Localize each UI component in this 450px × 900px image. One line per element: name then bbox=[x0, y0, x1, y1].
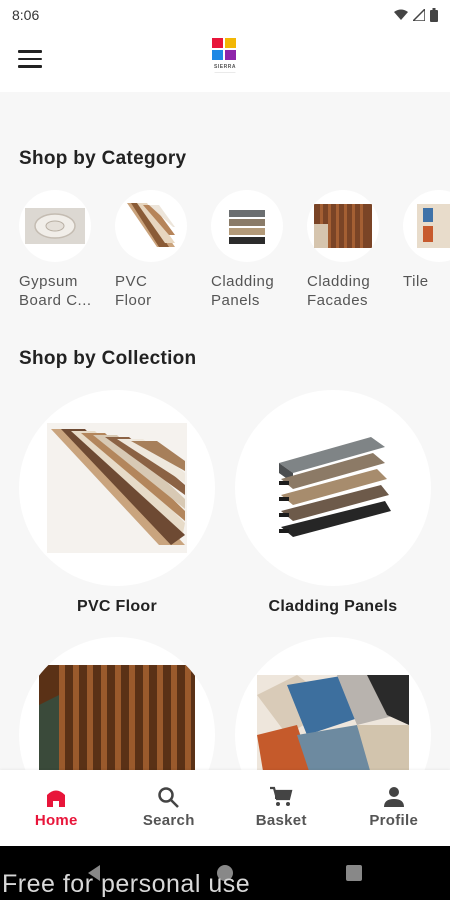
category-item-cladding-facades[interactable]: Cladding Facades bbox=[307, 190, 387, 310]
category-section-title: Shop by Category bbox=[19, 148, 187, 169]
collection-card-cladding-panels[interactable]: Cladding Panels bbox=[235, 390, 431, 616]
collection-label: Cladding Panels bbox=[268, 598, 398, 615]
search-icon bbox=[158, 787, 179, 808]
nav-home-label: Home bbox=[34, 812, 78, 829]
category-label-line2: Floor bbox=[115, 292, 152, 309]
category-thumb bbox=[211, 190, 283, 262]
nav-home[interactable]: Home bbox=[0, 770, 113, 846]
bottom-navigation: Home Search Basket Profile bbox=[0, 770, 450, 846]
profile-icon bbox=[383, 787, 404, 807]
nav-basket[interactable]: Basket bbox=[225, 770, 338, 846]
nav-profile-label: Profile bbox=[369, 812, 419, 829]
battery-icon bbox=[430, 8, 438, 22]
nav-profile[interactable]: Profile bbox=[338, 770, 450, 846]
category-item-cladding-panels[interactable]: Cladding Panels bbox=[211, 190, 291, 310]
nav-search[interactable]: Search bbox=[113, 770, 226, 846]
category-label: Cladding bbox=[307, 273, 371, 290]
status-bar: 8:06 bbox=[0, 0, 450, 30]
recents-icon[interactable] bbox=[346, 865, 362, 881]
wifi-icon bbox=[394, 9, 408, 20]
category-label: Cladding bbox=[211, 273, 275, 290]
signal-icon bbox=[413, 9, 425, 21]
collection-label: PVC Floor bbox=[76, 598, 158, 615]
watermark-text: Free for personal use bbox=[2, 870, 251, 898]
logo-mark bbox=[212, 38, 238, 62]
category-label: Tile bbox=[403, 273, 429, 290]
collection-card-pvc-floor[interactable]: PVC Floor bbox=[19, 390, 215, 616]
cart-icon bbox=[270, 786, 293, 806]
nav-search-label: Search bbox=[142, 812, 195, 829]
category-thumb bbox=[19, 190, 91, 262]
main-content[interactable]: Shop by Category Gypsum Board C... PVC F… bbox=[0, 92, 450, 770]
collection-section-title: Shop by Collection bbox=[19, 348, 197, 369]
collection-image bbox=[19, 390, 215, 586]
category-label: PVC bbox=[115, 273, 148, 290]
status-time: 8:06 bbox=[12, 7, 40, 23]
category-label-line2: Board C... bbox=[19, 292, 92, 309]
category-thumb bbox=[115, 190, 187, 262]
category-item-pvc-floor[interactable]: PVC Floor bbox=[115, 190, 195, 310]
nav-basket-label: Basket bbox=[255, 812, 307, 829]
brand-logo: SIERRA ——————— bbox=[205, 38, 245, 84]
collection-image bbox=[19, 637, 215, 770]
home-icon bbox=[47, 790, 66, 807]
status-icons bbox=[394, 8, 438, 22]
collection-card-tile[interactable] bbox=[235, 637, 431, 770]
collection-image bbox=[235, 390, 431, 586]
category-thumb bbox=[403, 190, 450, 262]
category-item-gypsum[interactable]: Gypsum Board C... bbox=[19, 190, 99, 310]
collection-image bbox=[235, 637, 431, 770]
category-label-line2: Facades bbox=[307, 292, 369, 309]
category-thumb bbox=[307, 190, 379, 262]
hamburger-menu-icon[interactable] bbox=[18, 50, 42, 70]
category-label-line2: Panels bbox=[211, 292, 260, 309]
category-label: Gypsum bbox=[19, 273, 78, 290]
category-item-tile[interactable]: Tile bbox=[403, 190, 450, 291]
app-bar: SIERRA ——————— bbox=[0, 30, 450, 92]
collection-card-cladding-facades[interactable] bbox=[19, 637, 215, 770]
